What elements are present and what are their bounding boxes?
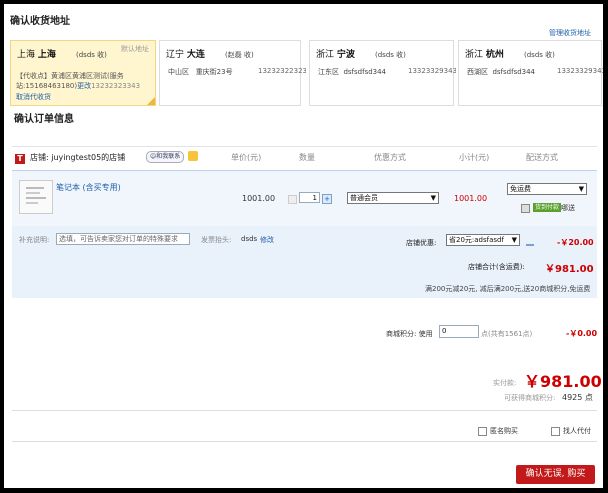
address-card[interactable]: 浙江 杭州 (dsds 收) 西湖区 dsfsdfsd344 133233293… <box>458 40 603 106</box>
item-subtotal: 1001.00 <box>454 194 488 203</box>
address-card[interactable]: 辽宁 大连 (赵磊 收) 中山区 重庆街23号 13232322323 <box>159 40 306 106</box>
header-discount: 优惠方式 <box>374 153 406 162</box>
address-street: 西湖区 dsfsdfsd344 <box>467 68 536 76</box>
address-city: 浙江 宁波 <box>316 50 355 60</box>
cod-checkbox[interactable] <box>521 204 530 213</box>
invoice-label: 发票抬头: <box>201 236 232 244</box>
promo-note: 满200元减20元, 减后满200元,送20商城积分,免运费 <box>425 285 591 293</box>
cod-label: 哪送 <box>561 204 575 212</box>
address-receiver: (赵磊 收) <box>225 51 254 59</box>
note-label: 补充说明: <box>19 236 50 244</box>
address-card-selected[interactable]: 上海 上海 (dsds 收) 默认地址 【代收点】黄浦区黄浦区测试(服务 站:1… <box>10 40 156 106</box>
cancel-pickup-link[interactable]: 取消代收货 <box>16 92 51 102</box>
address-phone: 13323329343 <box>408 67 456 75</box>
page-title: 确认收货地址 <box>10 16 70 27</box>
shop-badge-icon <box>188 151 198 161</box>
invoice-edit-link[interactable]: 修改 <box>260 235 274 245</box>
header-quantity: 数量 <box>299 153 315 162</box>
address-receiver: (dsds 收) <box>375 51 406 59</box>
proxy-pay-label: 找人代付 <box>563 427 591 435</box>
divider <box>12 146 597 147</box>
divider <box>12 441 597 442</box>
address-city: 上海 上海 <box>17 50 56 60</box>
header-subtotal: 小计(元) <box>459 153 490 162</box>
address-city: 浙江 杭州 <box>465 50 504 60</box>
payable-label: 实付款: <box>493 379 517 387</box>
shipping-select[interactable]: 免运费 ▼ <box>507 183 587 195</box>
address-line: 【代收点】黄浦区黄浦区测试(服务 <box>16 72 124 80</box>
points-input[interactable]: 0 <box>439 325 479 338</box>
address-line: 站:15168463180)更改13232323343 <box>16 82 141 90</box>
points-amount: -￥0.00 <box>566 329 598 338</box>
points-available: 点(共有1561点) <box>481 330 533 338</box>
qty-decrease-button[interactable] <box>288 195 297 204</box>
submit-order-button[interactable]: 确认无误, 购买 <box>516 465 595 484</box>
header-unit-price: 单价(元) <box>231 153 262 162</box>
address-receiver: (dsds 收) <box>524 51 555 59</box>
proxy-pay-checkbox[interactable] <box>551 427 560 436</box>
contact-seller-button[interactable]: ☺和我联系 <box>146 151 185 163</box>
discount-select[interactable]: 普通会员 ▼ <box>347 192 439 204</box>
note-input[interactable]: 选填，可告诉卖家您对订单的特殊要求 <box>56 233 190 245</box>
address-city: 辽宁 大连 <box>166 50 205 60</box>
points-label: 商城积分: 使用 <box>386 330 433 338</box>
shop-discount-select[interactable]: 省20元:adsfasdf ▼ <box>446 234 520 246</box>
address-receiver: (dsds 收) <box>76 51 107 59</box>
address-phone: 13323329343 <box>557 67 603 75</box>
shop-total-label: 店铺合计(含运费): <box>468 263 525 271</box>
payable-amount: ￥981.00 <box>524 372 602 391</box>
header-shipping: 配送方式 <box>526 153 558 162</box>
divider <box>12 410 597 411</box>
shop-type-icon: T <box>15 154 25 164</box>
invoice-value: dsds <box>241 235 258 243</box>
shop-discount-amount: -￥20.00 <box>557 238 594 247</box>
manage-address-link[interactable]: 管理收货地址 <box>549 28 591 38</box>
anonymous-label: 匿名购买 <box>490 427 518 435</box>
order-title: 确认订单信息 <box>14 114 74 125</box>
change-link[interactable]: 更改 <box>77 82 91 90</box>
default-address-label: 默认地址 <box>121 45 149 53</box>
product-name-link[interactable]: 笔记本 (含买专用) <box>56 182 121 193</box>
unit-price: 1001.00 <box>242 194 276 203</box>
anonymous-checkbox[interactable] <box>478 427 487 436</box>
coupon-icon <box>526 240 534 246</box>
checkout-page: 确认收货地址 管理收货地址 上海 上海 (dsds 收) 默认地址 【代收点】黄… <box>4 4 603 488</box>
address-phone: 13232322323 <box>258 67 306 75</box>
shop-discount-label: 店铺优惠: <box>406 239 437 247</box>
earn-points-label: 可获得商城积分: <box>504 394 556 402</box>
earn-points-value: 4925 点 <box>562 393 593 402</box>
shop-total-amount: ￥981.00 <box>545 264 594 275</box>
chevron-down-icon: ▼ <box>511 236 517 244</box>
chevron-down-icon: ▼ <box>578 185 584 193</box>
shop-name: 店铺: juyingtest05的店铺 <box>30 153 126 162</box>
cod-badge: 货到付款 <box>533 203 562 212</box>
product-thumbnail[interactable] <box>19 180 53 214</box>
chevron-down-icon: ▼ <box>430 194 436 202</box>
quantity-input[interactable]: 1 <box>299 192 320 203</box>
address-street: 中山区 重庆街23号 <box>168 68 233 76</box>
qty-increase-button[interactable]: + <box>322 194 332 204</box>
address-card[interactable]: 浙江 宁波 (dsds 收) 江东区 dsfsdfsd344 133233293… <box>309 40 456 106</box>
address-street: 江东区 dsfsdfsd344 <box>318 68 387 76</box>
selected-corner-icon <box>147 97 155 105</box>
